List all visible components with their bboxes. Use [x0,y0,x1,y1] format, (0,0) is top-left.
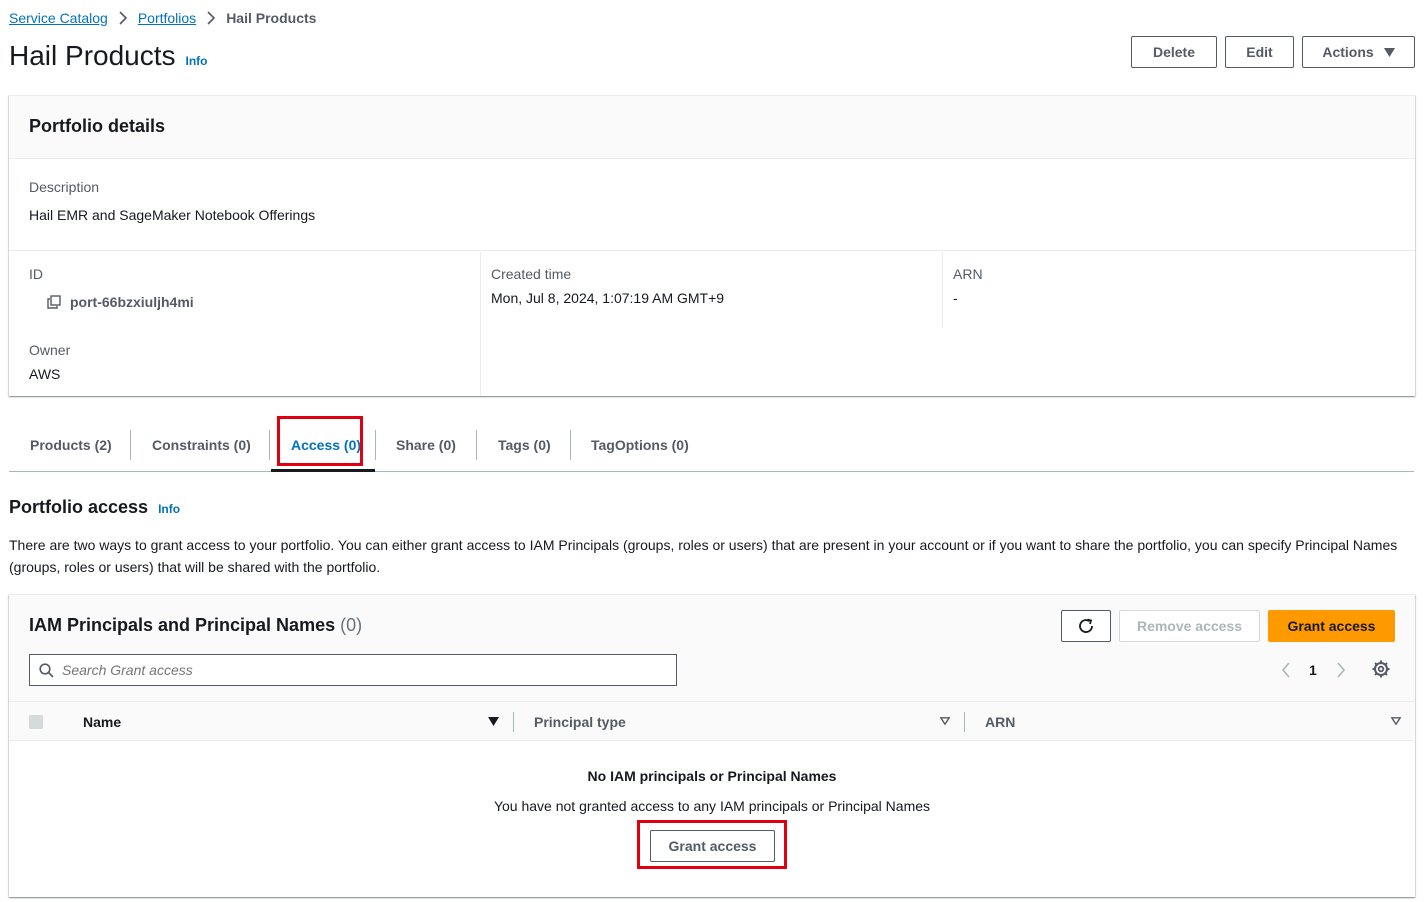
column-divider [480,252,481,396]
actions-button[interactable]: Actions [1302,36,1415,68]
created-value: Mon, Jul 8, 2024, 1:07:19 AM GMT+9 [491,290,725,306]
breadcrumb: Service Catalog Portfolios Hail Products [9,8,316,28]
edit-button[interactable]: Edit [1225,36,1294,68]
prev-page-icon[interactable] [1280,661,1292,679]
empty-text: You have not granted access to any IAM p… [493,798,931,814]
next-page-icon[interactable] [1335,661,1347,679]
breadcrumb-current: Hail Products [226,10,317,26]
id-label: ID [29,266,43,282]
arn-label: ARN [953,266,983,282]
copy-icon[interactable] [47,295,61,309]
portfolio-details-card: Portfolio details Description Hail EMR a… [9,95,1415,396]
caret-down-icon [1383,47,1395,57]
delete-button[interactable]: Delete [1131,36,1217,68]
tab-constraints[interactable]: Constraints (0) [152,418,251,472]
column-arn[interactable]: ARN [985,702,1015,742]
details-header: Portfolio details [9,96,1415,159]
portfolio-access-title: Portfolio access Info [9,497,180,518]
breadcrumb-portfolios[interactable]: Portfolios [138,10,196,26]
search-icon [39,662,54,678]
owner-label: Owner [29,342,71,358]
select-all-checkbox[interactable] [29,715,43,729]
chevron-right-icon [206,11,216,25]
grant-access-button[interactable]: Grant access [1268,610,1395,642]
grant-access-highlight [637,820,787,869]
page-title-text: Hail Products [9,40,176,71]
sort-icon[interactable] [940,717,950,725]
tab-tagoptions[interactable]: TagOptions (0) [591,418,689,472]
tab-divider [130,430,131,460]
details-title: Portfolio details [29,116,166,136]
column-separator [964,712,965,732]
search-input[interactable] [62,662,652,678]
settings-gear-icon[interactable] [1372,660,1390,678]
search-box[interactable] [29,654,677,686]
title-info-link[interactable]: Info [186,54,208,68]
access-description: There are two ways to grant access to yo… [9,537,1398,575]
tab-share[interactable]: Share (0) [396,418,456,472]
column-name[interactable]: Name [83,702,121,742]
created-label: Created time [491,266,572,282]
tab-divider [269,430,270,460]
tab-products[interactable]: Products (2) [30,418,112,472]
column-principal-type[interactable]: Principal type [534,702,626,742]
page-title: Hail Products Info [9,40,208,72]
portfolio-access-title-text: Portfolio access [9,497,149,517]
sort-descending-icon[interactable] [488,717,499,726]
id-value: port-66bzxiuljh4mi [70,294,194,310]
details-divider [9,250,1415,251]
sort-icon[interactable] [1391,717,1401,725]
current-page[interactable]: 1 [1309,662,1317,678]
chevron-right-icon [118,11,128,25]
column-divider [942,252,943,328]
owner-value: AWS [29,366,61,382]
refresh-icon [1077,617,1095,635]
principals-header: IAM Principals and Principal Names (0) R… [9,595,1415,702]
access-tab-highlight [277,416,363,466]
access-info-link[interactable]: Info [158,502,180,516]
tab-divider [570,430,571,460]
arn-value: - [953,290,958,306]
tab-bar: Products (2) Constraints (0) Access (0) … [9,418,1414,472]
principals-count: (0) [340,615,363,635]
remove-access-button[interactable]: Remove access [1119,610,1260,642]
id-row: port-66bzxiuljh4mi [47,294,194,310]
actions-label: Actions [1322,44,1374,60]
description-value: Hail EMR and SageMaker Notebook Offering… [29,207,316,223]
refresh-button[interactable] [1061,610,1111,642]
principals-title: IAM Principals and Principal Names (0) [29,615,362,636]
tab-tags[interactable]: Tags (0) [498,418,551,472]
tab-divider [476,430,477,460]
active-tab-indicator [271,469,375,472]
principals-title-text: IAM Principals and Principal Names [29,615,336,635]
description-label: Description [29,179,100,195]
empty-title: No IAM principals or Principal Names [587,768,837,784]
column-separator [513,712,514,732]
tab-divider [375,430,376,460]
table-header: Name Principal type ARN [9,701,1414,741]
breadcrumb-service-catalog[interactable]: Service Catalog [9,10,108,26]
